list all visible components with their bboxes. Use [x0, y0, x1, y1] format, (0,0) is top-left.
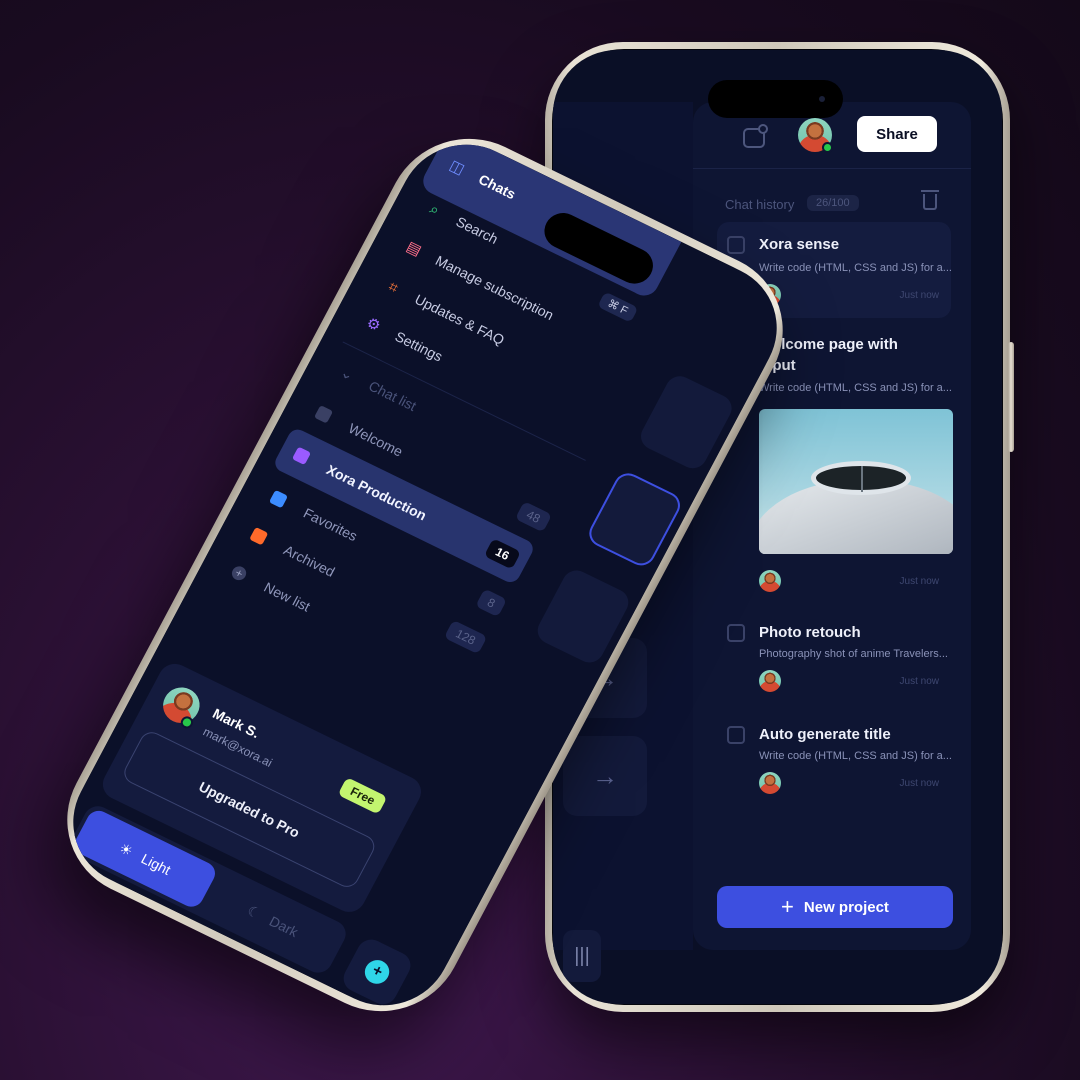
side-button [1008, 342, 1014, 452]
menu-label: Settings [392, 328, 446, 365]
avatar [759, 772, 781, 794]
shortcut-badge: ⌘ F [597, 291, 639, 323]
search-icon: ⌕ [426, 200, 443, 219]
card-icon: ▤ [403, 238, 425, 260]
new-project-label: New project [803, 898, 889, 916]
list-color-icon [291, 446, 312, 466]
sun-icon: ☀ [116, 839, 136, 859]
new-project-button[interactable]: + New project [717, 886, 953, 928]
history-desc: Photography shot of anime Travelers... [759, 648, 948, 660]
list-color-icon [268, 489, 289, 509]
chat-history-count: 26/100 [807, 195, 859, 211]
avatar [759, 670, 781, 692]
moon-icon: ☾ [244, 901, 264, 922]
light-label: Light [138, 850, 174, 878]
new-chat-icon[interactable] [743, 124, 768, 148]
list-count: 128 [443, 619, 488, 655]
plus-icon: + [229, 564, 249, 583]
dynamic-island [708, 80, 843, 118]
gear-icon: ⚙ [363, 314, 384, 336]
collapsed-card[interactable] [532, 565, 634, 668]
history-title: Xora sense [759, 236, 840, 253]
history-card[interactable]: Photo retouch Photography shot of anime … [717, 622, 951, 702]
scan-icon: ⌗ [385, 277, 402, 297]
history-time: Just now [899, 676, 939, 687]
left-phone-screen: ◫ Chats ⌕ Search ⌘ F ▤ Manage subscripti… [49, 122, 801, 1028]
list-color-icon [313, 405, 334, 424]
history-desc: Write code (HTML, CSS and JS) for a... [759, 750, 952, 762]
plus-icon: + [781, 894, 794, 919]
chat-history-label: Chat history [725, 197, 795, 212]
plan-badge: Free [337, 777, 388, 815]
left-phone-group: ◫ Chats ⌕ Search ⌘ F ▤ Manage subscripti… [38, 112, 812, 1038]
chevron-down-icon: ⌄ [337, 363, 357, 385]
collapsed-card[interactable] [636, 371, 737, 473]
history-desc: Write code (HTML, CSS and JS) for a... [759, 262, 952, 274]
history-card[interactable]: Auto generate title Write code (HTML, CS… [717, 724, 952, 804]
share-button[interactable]: Share [857, 116, 937, 152]
chat-list-label: Chat list [366, 377, 420, 414]
divider [693, 168, 971, 169]
avatar [759, 570, 781, 592]
collapsed-card[interactable] [584, 468, 685, 571]
add-button[interactable]: + [338, 934, 416, 1009]
history-time: Just now [899, 778, 939, 789]
dark-label: Dark [266, 912, 301, 940]
preview-image[interactable] [759, 409, 953, 554]
left-phone-frame: ◫ Chats ⌕ Search ⌘ F ▤ Manage subscripti… [38, 112, 812, 1038]
avatar[interactable] [156, 681, 206, 731]
history-time: Just now [899, 290, 939, 301]
plus-icon: + [360, 956, 394, 988]
history-time: Just now [899, 576, 939, 587]
avatar[interactable] [798, 118, 833, 153]
trash-icon[interactable] [921, 190, 939, 210]
history-desc: Write code (HTML, CSS and JS) for a... [759, 382, 952, 394]
history-title: Photo retouch [759, 624, 861, 641]
history-title: Auto generate title [759, 726, 891, 743]
list-color-icon [249, 526, 269, 546]
